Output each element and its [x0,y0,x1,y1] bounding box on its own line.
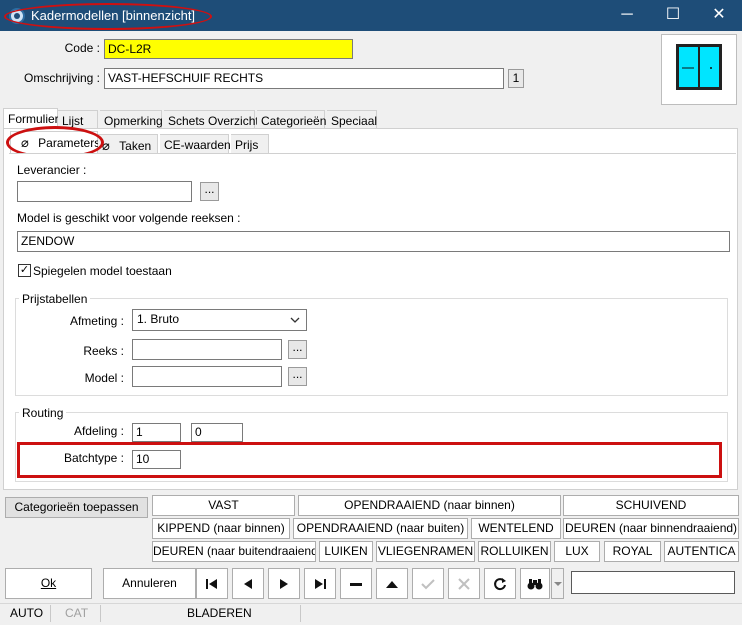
reeks-field[interactable] [132,339,282,360]
reeks-label: Reeks : [83,344,124,358]
ok-button[interactable]: Ok [5,568,92,599]
spiegelen-label: Spiegelen model toestaan [33,264,172,278]
tab-schets-overzicht[interactable]: Schets Overzicht [164,110,259,130]
edit-record-button[interactable] [376,568,408,599]
next-icon [280,579,288,589]
tab-ce-waarden[interactable]: CE-waarden [160,134,231,154]
cat-luiken-button[interactable]: LUIKEN [319,541,373,562]
afmeting-select[interactable]: 1. Bruto [132,309,307,331]
cat-opendraaiend-binnen-button[interactable]: OPENDRAAIEND (naar binnen) [298,495,561,516]
batchtype-highlight-rect [17,442,722,478]
code-field[interactable]: DC-L2R [104,39,353,59]
cat-autentica-button[interactable]: AUTENTICA [664,541,739,562]
status-state: BLADEREN [187,606,252,620]
cat-lux-button[interactable]: LUX [554,541,600,562]
status-bar [0,603,742,625]
caret-down-icon [554,582,562,586]
reeksen-field[interactable]: ZENDOW [17,231,730,252]
minus-icon [350,583,362,586]
first-record-button[interactable] [196,568,228,599]
spiegelen-checkbox[interactable]: ✓ [18,264,31,277]
model-preview [661,34,737,105]
reeksen-label: Model is geschikt voor volgende reeksen … [17,211,241,225]
search-input[interactable] [571,571,735,594]
categorieen-toepassen-button[interactable]: Categorieën toepassen [5,497,148,518]
previous-record-button[interactable] [232,568,264,599]
annuleren-label: Annuleren [122,576,177,590]
check-icon [421,579,435,590]
title-highlight-oval [4,3,212,30]
model-browse-button[interactable]: ... [288,367,307,386]
x-icon [458,578,470,590]
cat-wentelend-button[interactable]: WENTELEND [471,518,561,539]
afmeting-label: Afmeting : [69,314,124,328]
tab-categorieen[interactable]: Categorieën [257,110,326,130]
afmeting-value: 1. Bruto [137,312,180,326]
code-label: Code : [64,41,100,55]
ok-label: Ok [40,576,57,590]
cat-royal-button[interactable]: ROYAL [604,541,661,562]
last-record-button[interactable] [304,568,336,599]
triangle-up-icon [386,581,398,588]
refresh-button[interactable] [484,568,516,599]
omschrijving-label: Omschrijving : [23,71,100,85]
tab-speciaal[interactable]: Speciaal [327,110,377,130]
status-mode: AUTO [10,606,44,620]
leverancier-browse-button[interactable]: ... [200,182,219,201]
status-divider [300,605,301,622]
cat-opendraaiend-buiten-button[interactable]: OPENDRAAIEND (naar buiten) [293,518,468,539]
status-divider [50,605,51,622]
previous-icon [244,579,252,589]
last-record-icon [315,579,326,589]
tab-taken[interactable]: ⌀ Taken [98,134,158,154]
routing-title: Routing [19,406,67,420]
status-cat: CAT [65,606,89,620]
afdeling-field-2[interactable]: 0 [191,423,243,442]
next-record-button[interactable] [268,568,300,599]
minimize-button[interactable]: ─ [604,0,650,31]
binoculars-icon [527,579,543,590]
omschrijving-field[interactable]: VAST-HEFSCHUIF RECHTS [104,68,504,89]
delete-record-button[interactable] [340,568,372,599]
annuleren-button[interactable]: Annuleren [103,568,196,599]
confirm-button[interactable] [412,568,444,599]
refresh-icon [494,578,506,591]
search-button[interactable] [520,568,550,599]
tab-opmerking[interactable]: Opmerking [100,110,163,130]
afdeling-field-1[interactable]: 1 [132,423,181,442]
cat-deuren-binnen-button[interactable]: DEUREN (naar binnendraaiend) [563,518,739,539]
maximize-button[interactable]: ☐ [650,0,696,31]
leverancier-field[interactable] [17,181,192,202]
cat-rolluiken-button[interactable]: ROLLUIKEN [478,541,551,562]
sliding-door-icon [676,44,722,90]
cat-deuren-buiten-button[interactable]: DEUREN (naar buitendraaiend) [152,541,316,562]
cancel-edit-button[interactable] [448,568,480,599]
status-divider [100,605,101,622]
close-button[interactable]: ✕ [696,0,742,31]
cat-vast-button[interactable]: VAST [152,495,295,516]
model-label: Model : [84,371,124,385]
chevron-down-icon [290,317,300,323]
reeks-browse-button[interactable]: ... [288,340,307,359]
afdeling-label: Afdeling : [73,424,124,438]
description-counter: 1 [508,69,524,88]
cat-vliegenramen-button[interactable]: VLIEGENRAMEN [376,541,475,562]
search-options-dropdown[interactable] [551,568,564,599]
tab-prijs[interactable]: Prijs [231,134,269,154]
cat-kippend-button[interactable]: KIPPEND (naar binnen) [152,518,290,539]
cat-schuivend-button[interactable]: SCHUIVEND [563,495,739,516]
tab-formulier[interactable]: Formulier [3,108,59,128]
model-field[interactable] [132,366,282,387]
prijstabellen-title: Prijstabellen [19,292,91,306]
leverancier-label: Leverancier : [17,163,87,177]
first-record-icon [206,579,217,589]
tab-taken-label: Taken [119,139,152,153]
